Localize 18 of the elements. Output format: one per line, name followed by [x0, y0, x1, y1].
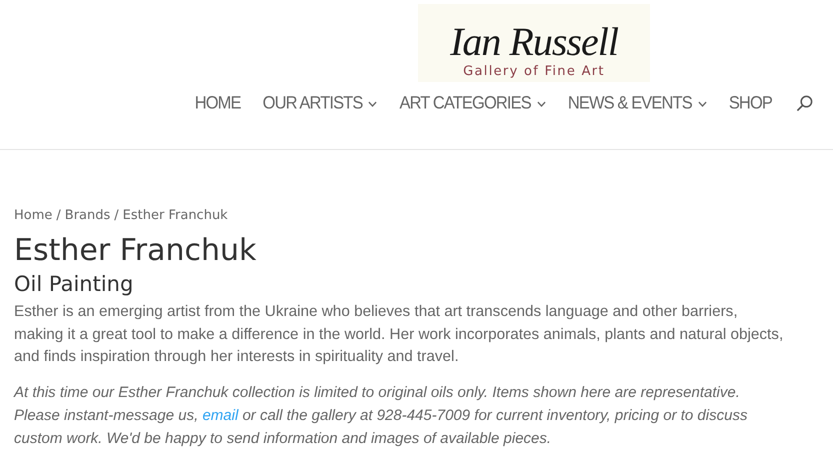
note-paragraph: At this time our Esther Franchuk collection is limited to original oils only. Items shown here are representative. Please instant-message us, email or call the gallery at 928-445-7009 for current inventory, pricing or to discuss custom work. We'd be happy to send information and images of available pieces. — [14, 382, 748, 448]
breadcrumb-separator: / — [114, 208, 119, 223]
page-subtitle: Oil Painting — [14, 271, 134, 297]
breadcrumb-separator: / — [56, 208, 61, 223]
search-icon[interactable] — [796, 95, 813, 112]
breadcrumb-link[interactable]: Brands — [64, 208, 110, 223]
nav-link[interactable]: HOME — [194, 93, 241, 114]
nav-link[interactable]: ART CATEGORIES — [399, 93, 546, 114]
page-title: Esther Franchuk — [14, 233, 258, 269]
breadcrumb-current: Esther Franchuk — [122, 208, 228, 223]
description-paragraph: Esther is an emerging artist from the Ukraine who believes that art transcends language and other barriers, making it a great tool to make a difference in the world. Her work incorporates animals, plants and natural objects, and finds inspiration through her interests in spirituality and travel. — [14, 302, 784, 367]
nav-link[interactable]: SHOP — [728, 93, 772, 114]
logo[interactable]: Ian Russell Gallery of Fine Art — [418, 4, 650, 82]
nav-link[interactable]: NEWS & EVENTS — [568, 93, 707, 114]
nav-link[interactable]: OUR ARTISTS — [262, 93, 378, 114]
logo-signature: Ian Russell — [450, 20, 618, 64]
breadcrumb-link[interactable]: Home — [14, 208, 52, 223]
logo-tagline: Gallery of Fine Art — [463, 64, 605, 80]
